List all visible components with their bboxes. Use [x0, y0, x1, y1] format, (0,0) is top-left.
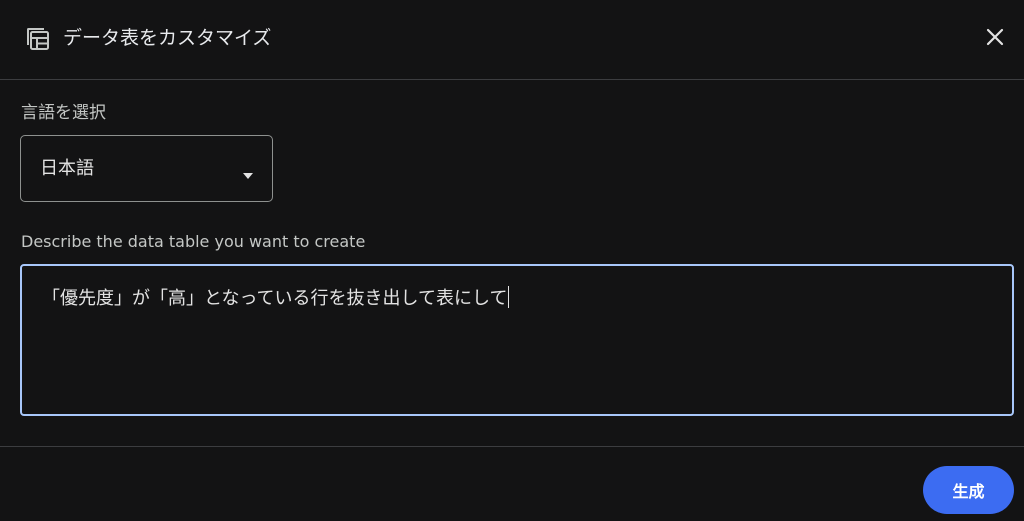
- close-button[interactable]: [978, 22, 1012, 56]
- prompt-text-line: 「優先度」が「高」となっている行を抜き出して表にして: [42, 286, 510, 312]
- prompt-value: 「優先度」が「高」となっている行を抜き出して表にして: [42, 288, 508, 309]
- text-caret: [508, 286, 510, 308]
- dropdown-arrow-icon: [242, 165, 254, 179]
- generate-button[interactable]: 生成: [923, 466, 1014, 514]
- customize-data-table-dialog: データ表をカスタマイズ 言語を選択 日本語 Describe the data …: [0, 0, 1024, 521]
- language-label: 言語を選択: [21, 103, 106, 123]
- dialog-header: データ表をカスタマイズ: [0, 0, 1024, 80]
- language-selected-value: 日本語: [40, 158, 94, 179]
- prompt-label: Describe the data table you want to crea…: [21, 232, 366, 251]
- language-select[interactable]: 日本語: [20, 135, 273, 202]
- close-icon: [986, 28, 1004, 50]
- table-edit-icon: [25, 26, 51, 52]
- dialog-title: データ表をカスタマイズ: [63, 27, 272, 49]
- prompt-textarea[interactable]: 「優先度」が「高」となっている行を抜き出して表にして: [20, 264, 1014, 416]
- footer-divider: [0, 446, 1024, 447]
